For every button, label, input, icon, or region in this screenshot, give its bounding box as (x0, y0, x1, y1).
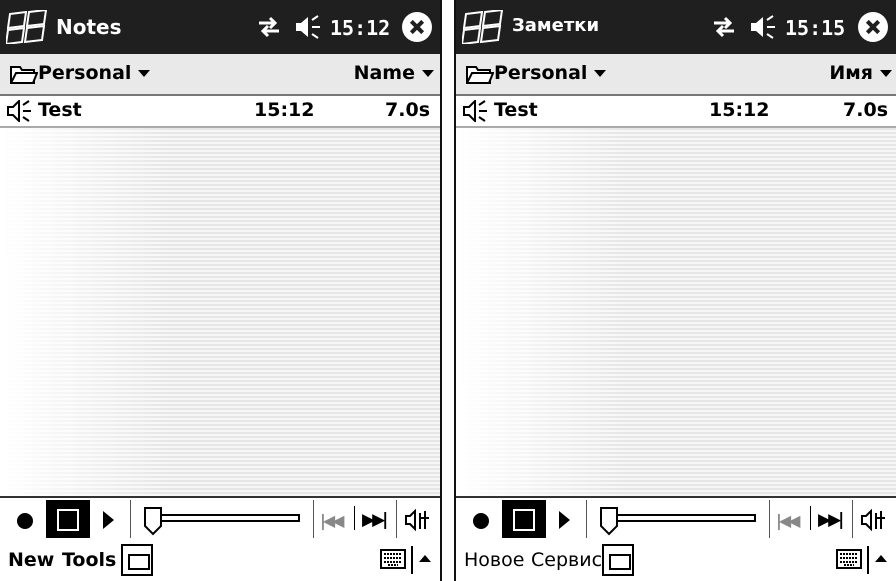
clock[interactable]: 15:12 (330, 16, 390, 40)
list-item[interactable]: Test 15:12 7.0s (456, 96, 896, 128)
notes-list-area[interactable] (456, 128, 896, 496)
skip-forward-icon[interactable]: ▶▶| (362, 510, 388, 530)
speaker-icon[interactable] (294, 15, 322, 39)
divider (769, 500, 770, 538)
title-bar: Notes 15:12 (0, 0, 440, 54)
divider (867, 546, 869, 574)
skip-back-icon[interactable]: |◀◀ (320, 511, 345, 530)
menu-bar: Новое Сервис (456, 540, 896, 581)
record-icon[interactable] (17, 513, 33, 529)
note-name: Test (494, 99, 538, 121)
list-item[interactable]: Test 15:12 7.0s (0, 96, 440, 128)
new-menu[interactable]: Новое (464, 549, 524, 571)
folder-icon (10, 66, 38, 84)
note-length: 7.0s (843, 99, 888, 121)
divider (130, 500, 131, 538)
app-title: Заметки (512, 15, 600, 36)
sort-label: Name (353, 62, 415, 84)
note-name: Test (38, 99, 82, 121)
title-bar: Заметки 15:15 (456, 0, 896, 54)
keyboard-icon[interactable] (836, 549, 862, 569)
pocketpc-notes-russian: Заметки 15:15 Personal Имя Test 15:12 7.… (454, 0, 896, 581)
tools-menu[interactable]: Сервис (531, 549, 602, 571)
chevron-down-icon (138, 70, 151, 77)
sip-arrow-icon[interactable] (419, 555, 431, 562)
app-title: Notes (56, 15, 122, 39)
voice-note-icon (7, 100, 31, 122)
filter-bar: Personal Имя (456, 54, 896, 96)
chevron-down-icon (594, 70, 607, 77)
note-length: 7.0s (385, 99, 430, 121)
clock[interactable]: 15:15 (785, 16, 845, 40)
play-icon[interactable] (559, 511, 570, 529)
folder-icon (466, 66, 494, 84)
divider (411, 546, 413, 574)
pocketpc-notes-english: Notes 15:12 Personal Name Test 15:12 7.0… (0, 0, 442, 581)
connectivity-icon[interactable] (712, 16, 736, 38)
chevron-down-icon (880, 70, 892, 77)
menu-bar: New Tools (0, 540, 440, 581)
divider (354, 506, 355, 530)
position-slider[interactable] (599, 506, 759, 536)
keyboard-icon[interactable] (380, 549, 406, 569)
divider (586, 500, 587, 538)
note-time: 15:12 (254, 99, 315, 121)
chevron-down-icon (422, 70, 434, 77)
play-icon[interactable] (103, 511, 114, 529)
recording-toolbar: |◀◀ ▶▶| (456, 496, 896, 542)
note-time: 15:12 (709, 99, 770, 121)
sip-arrow-icon[interactable] (875, 555, 887, 562)
sort-label: Имя (829, 62, 873, 84)
divider (313, 500, 314, 538)
recording-toolbar: |◀◀ ▶▶| (0, 496, 440, 542)
volume-icon[interactable] (861, 509, 887, 531)
voice-note-icon (463, 100, 487, 122)
skip-back-icon[interactable]: |◀◀ (776, 511, 801, 530)
stop-icon[interactable] (46, 500, 90, 538)
recorder-toggle-icon[interactable] (121, 544, 153, 576)
windows-start-icon[interactable] (6, 10, 50, 44)
divider (852, 500, 853, 538)
volume-icon[interactable] (405, 509, 431, 531)
connectivity-icon[interactable] (257, 16, 281, 38)
windows-start-icon[interactable] (462, 10, 506, 44)
folder-dropdown[interactable]: Personal (494, 62, 607, 84)
position-slider[interactable] (143, 506, 303, 536)
divider (810, 506, 811, 530)
notes-list-area[interactable] (0, 128, 440, 496)
filter-bar: Personal Name (0, 54, 440, 96)
speaker-icon[interactable] (749, 15, 777, 39)
skip-forward-icon[interactable]: ▶▶| (818, 510, 844, 530)
recorder-toggle-icon[interactable] (602, 544, 634, 576)
sort-dropdown[interactable]: Name (354, 62, 434, 84)
record-icon[interactable] (473, 513, 489, 529)
close-icon[interactable] (858, 12, 888, 42)
stop-icon[interactable] (502, 500, 546, 538)
folder-label: Personal (494, 62, 588, 84)
folder-dropdown[interactable]: Personal (38, 62, 151, 84)
close-icon[interactable] (402, 12, 432, 42)
divider (396, 500, 397, 538)
folder-label: Personal (38, 62, 132, 84)
tools-menu[interactable]: Tools (62, 549, 116, 571)
new-menu[interactable]: New (8, 549, 54, 571)
sort-dropdown[interactable]: Имя (829, 62, 892, 84)
